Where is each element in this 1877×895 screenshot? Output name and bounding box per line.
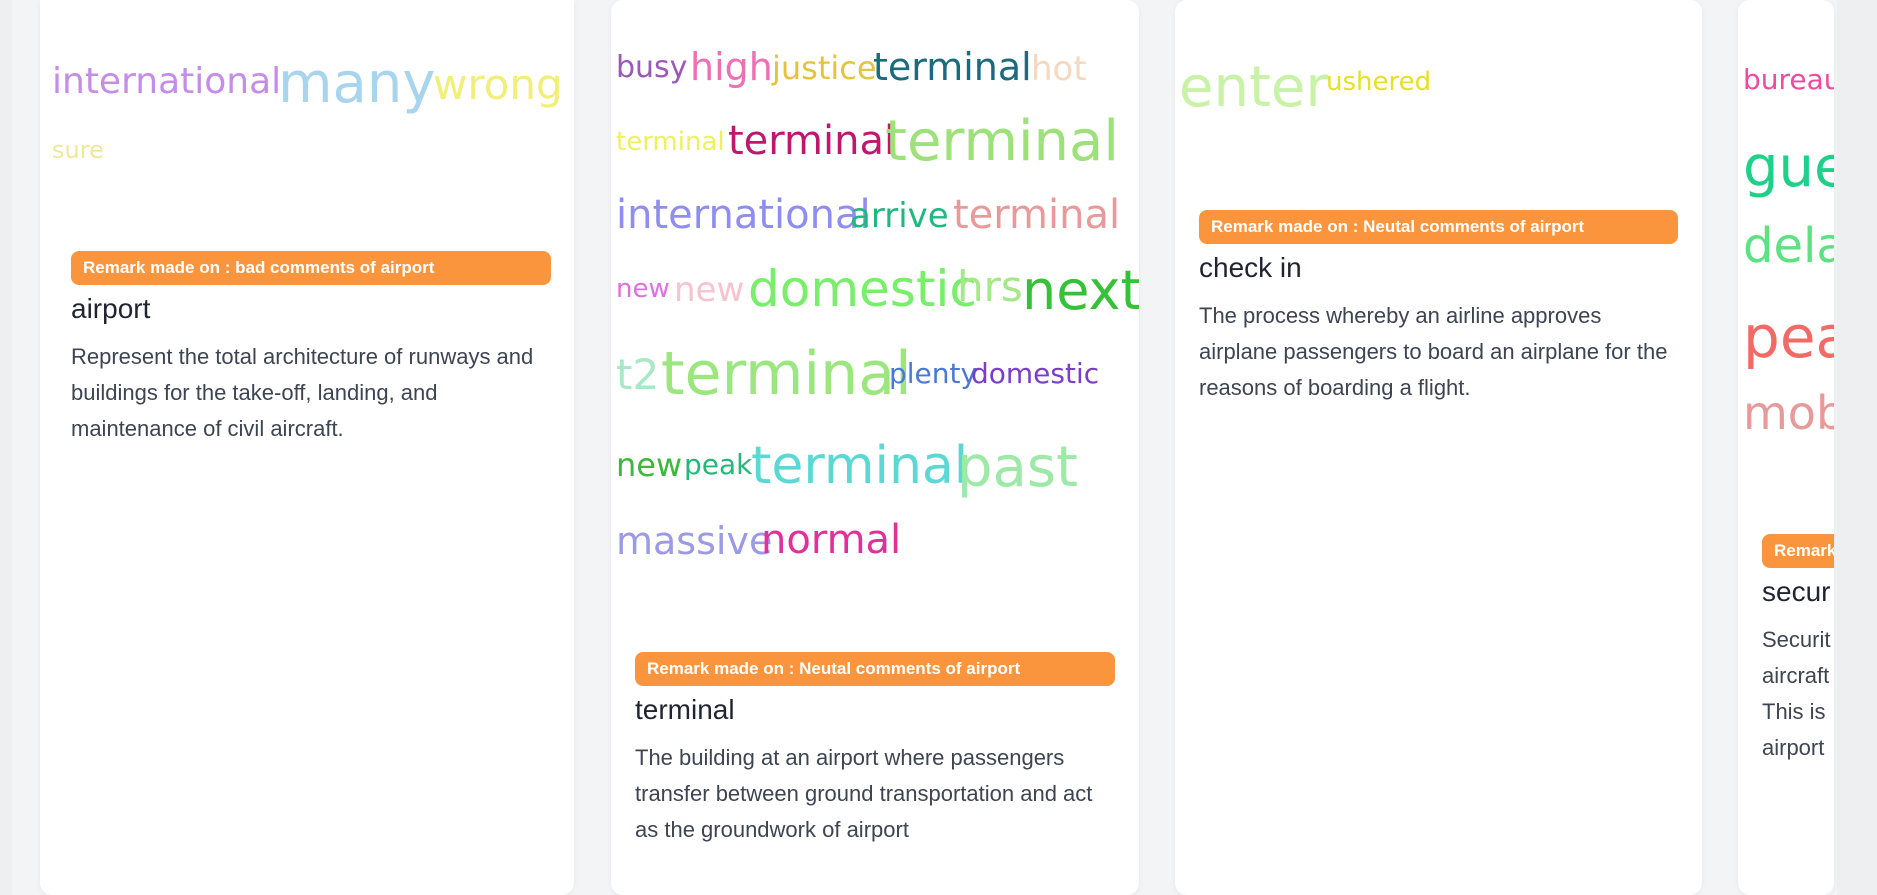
remark-detail: Remark made on : Neutal comments of airp…	[1199, 210, 1678, 406]
cloud-word: normal	[761, 517, 902, 563]
cloud-word: terminal	[751, 436, 969, 496]
left-gutter	[0, 0, 12, 895]
cloud-word: new	[616, 446, 683, 484]
remark-detail: Remark made on : Neutal comments of airp…	[635, 652, 1115, 848]
remark-card-airport[interactable]: international many wrong sure Remark mad…	[40, 0, 574, 895]
right-gutter	[1837, 0, 1877, 895]
cloud-word: pea	[1743, 303, 1834, 371]
remark-badge: Remark made on : bad comments of airport	[71, 251, 551, 285]
cloud-word: international	[52, 61, 282, 102]
cloud-word: massive	[616, 519, 773, 563]
cloud-word: mob	[1743, 386, 1834, 440]
cloud-word: terminal	[616, 127, 725, 157]
cloud-word: many	[278, 51, 436, 116]
term-description: Represent the total architecture of runw…	[71, 344, 534, 441]
cloud-word: wrong	[433, 60, 563, 109]
remark-detail: Remark secur Securit aircraft This is ai…	[1762, 534, 1834, 766]
cloud-word: domestic	[748, 260, 977, 318]
cloud-word: international	[616, 192, 871, 238]
cloud-word: terminal	[873, 45, 1032, 89]
cloud-word: next	[1022, 259, 1139, 322]
cloud-word: bureau	[1743, 63, 1834, 96]
cloud-word: enter	[1179, 55, 1329, 120]
remark-badge: Remark	[1762, 534, 1834, 568]
cloud-word: domestic	[971, 357, 1100, 390]
cloud-word: t2	[616, 350, 660, 399]
cloud-word: new	[674, 270, 745, 310]
remark-card-security[interactable]: bureau gue dela pea mob Remark secur Sec…	[1738, 0, 1834, 895]
term-description: The process whereby an airline approves …	[1199, 303, 1668, 400]
cloud-word: ushered	[1326, 67, 1432, 97]
cloud-word: plenty	[889, 357, 978, 390]
remark-badge: Remark made on : Neutal comments of airp…	[1199, 210, 1678, 244]
cloud-word: terminal	[728, 118, 896, 164]
term-title: check in	[1199, 252, 1302, 283]
term-description: The building at an airport where passeng…	[635, 745, 1093, 842]
cloud-word: arrive	[850, 196, 949, 236]
cloud-word: busy	[616, 50, 688, 85]
remark-card-check-in[interactable]: enter ushered Remark made on : Neutal co…	[1175, 0, 1702, 895]
term-title: secur	[1762, 576, 1831, 607]
cloud-word: terminal	[953, 192, 1121, 238]
remark-detail: Remark made on : bad comments of airport…	[71, 251, 551, 447]
term-title: terminal	[635, 694, 735, 725]
cloud-word: peak	[684, 448, 753, 481]
cloud-word: new	[616, 274, 670, 304]
cloud-word: sure	[52, 136, 104, 164]
remark-badge: Remark made on : Neutal comments of airp…	[635, 652, 1115, 686]
term-description: Securit aircraft This is airport	[1762, 627, 1831, 760]
term-title: airport	[71, 293, 151, 324]
remark-card-terminal[interactable]: busy high justice terminal hot terminal …	[611, 0, 1139, 895]
carousel-page: international many wrong sure Remark mad…	[0, 0, 1877, 895]
cloud-word: hot	[1031, 49, 1087, 89]
cloud-word: past	[957, 435, 1078, 500]
cloud-word: terminal	[661, 339, 912, 409]
cloud-word: justice	[772, 49, 877, 87]
cloud-word: gue	[1743, 135, 1834, 200]
cloud-word: hrs	[957, 262, 1023, 311]
cloud-word: high	[690, 45, 773, 89]
cloud-word: dela	[1743, 218, 1834, 274]
cloud-word: terminal	[885, 109, 1119, 174]
